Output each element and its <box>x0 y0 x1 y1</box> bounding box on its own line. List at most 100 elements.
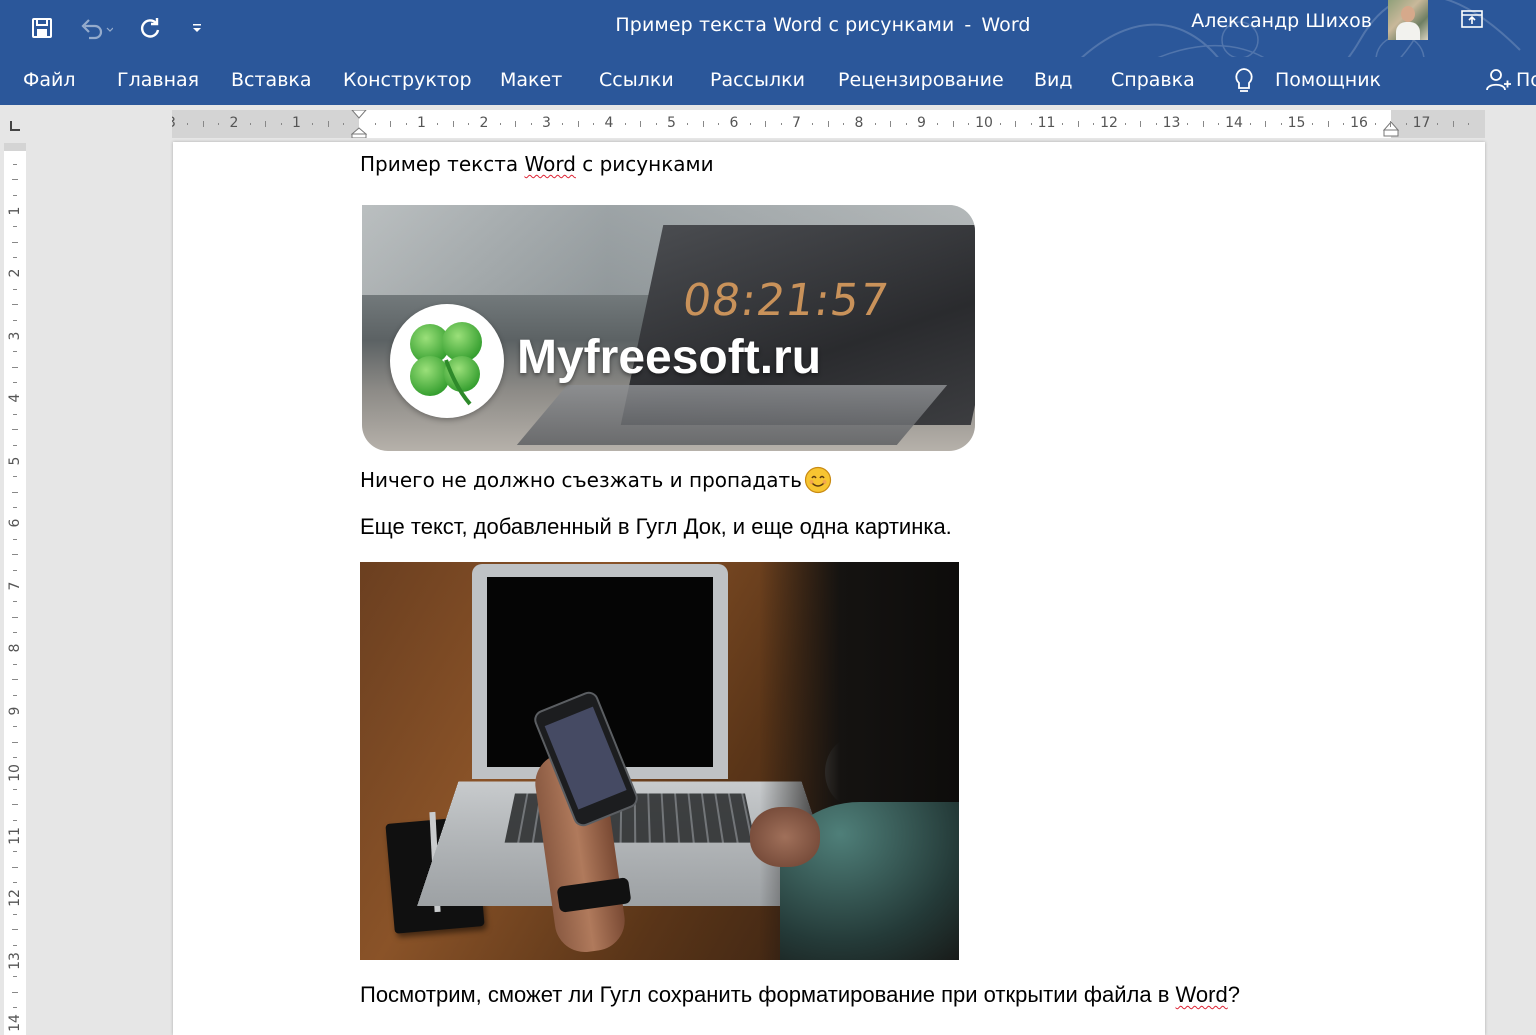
ruler-number: 3 <box>542 115 551 131</box>
tab-help[interactable]: Справка <box>1111 69 1195 91</box>
tab-references[interactable]: Ссылки <box>599 69 674 91</box>
screen-clock-text: 08:21:57 <box>679 275 892 326</box>
vertical-ruler-tick <box>12 367 18 368</box>
myfreesoft-image[interactable]: 08:21:57 Myfreesoft.ru <box>362 205 975 451</box>
note-text: Ничего не должно съезжать и пропадать <box>360 468 802 492</box>
vertical-ruler-number: 8 <box>7 644 23 653</box>
ruler-number: 1 <box>292 115 301 131</box>
logo-text: Myfreesoft.ru <box>517 330 821 385</box>
ruler-number: 11 <box>1038 115 1056 131</box>
ribbon-display-options-button[interactable] <box>1460 8 1484 34</box>
spellcheck-flagged-word[interactable]: Word <box>524 152 575 176</box>
tab-file[interactable]: Файл <box>23 69 76 91</box>
ruler-tick <box>765 121 766 127</box>
laptop-phone-photo[interactable] <box>360 562 959 960</box>
ruler-tick <box>312 123 313 125</box>
vertical-ruler-tick <box>13 820 17 821</box>
vertical-ruler-tick <box>12 992 18 993</box>
ruler-tick <box>515 121 516 127</box>
ruler-tick <box>890 121 891 127</box>
share-label: По <box>1516 69 1536 91</box>
vertical-ruler-number: 5 <box>7 456 23 465</box>
tab-mailings[interactable]: Рассылки <box>710 69 805 91</box>
app-name: Word <box>981 14 1030 36</box>
ruler-number: 16 <box>1350 115 1368 131</box>
ruler-tick <box>500 123 501 125</box>
share-button[interactable]: По <box>1484 66 1536 94</box>
ruler-tick <box>1265 121 1266 127</box>
vertical-ruler-tick <box>12 804 18 805</box>
vertical-ruler-number: 6 <box>7 519 23 528</box>
vertical-ruler-tick <box>13 726 17 727</box>
vertical-ruler-top-margin <box>4 143 26 151</box>
avatar[interactable] <box>1388 0 1428 40</box>
tab-selector[interactable] <box>0 107 30 143</box>
tab-view[interactable]: Вид <box>1034 69 1073 91</box>
ruler-number: 6 <box>730 115 739 131</box>
ruler-tick <box>343 123 344 125</box>
tell-me-button[interactable] <box>1232 66 1256 100</box>
vertical-ruler-tick <box>13 789 17 790</box>
ruler-tick <box>1093 123 1094 125</box>
vertical-ruler-tick <box>13 757 17 758</box>
tab-insert[interactable]: Вставка <box>231 69 312 91</box>
ruler-number: 2 <box>480 115 489 131</box>
vertical-ruler-tick <box>13 914 17 915</box>
horizontal-ruler[interactable]: 3211234567891011121314151617 <box>172 110 1485 138</box>
ruler-tick <box>187 123 188 125</box>
vertical-ruler[interactable]: 1 2 3 4 5 6 7 8 9 10 11 12 13 14 <box>0 143 30 1035</box>
ruler-tick <box>687 123 688 125</box>
user-name[interactable]: Александр Шихов <box>1191 10 1372 32</box>
tab-review[interactable]: Рецензирование <box>838 69 1004 91</box>
ruler-tick <box>718 123 719 125</box>
vertical-ruler-tick <box>13 632 17 633</box>
ruler-tick <box>1187 123 1188 125</box>
document-page[interactable]: Пример текста Word с рисунками 08:21:57 <box>173 142 1485 1035</box>
tab-home[interactable]: Главная <box>117 69 199 91</box>
vertical-ruler-tick <box>13 695 17 696</box>
ruler-number: 1 <box>417 115 426 131</box>
left-tab-icon <box>10 121 20 131</box>
first-line-indent-marker[interactable] <box>351 110 367 138</box>
ribbon-display-icon <box>1460 8 1484 30</box>
tab-design[interactable]: Конструктор <box>343 69 472 91</box>
vertical-ruler-number: 13 <box>7 952 23 970</box>
ruler-tick <box>406 123 407 125</box>
ruler-tick <box>1125 123 1126 125</box>
ruler-tick <box>1312 123 1313 125</box>
title-separator: - <box>964 14 971 36</box>
paragraph-google-docs[interactable]: Еще текст, добавленный в Гугл Док, и еще… <box>360 514 952 540</box>
ruler-tick <box>1343 123 1344 125</box>
ruler-tick <box>375 123 376 125</box>
ruler-tick <box>875 123 876 125</box>
vertical-ruler-tick <box>12 929 18 930</box>
vertical-ruler-tick <box>13 539 17 540</box>
vertical-ruler-tick <box>13 226 17 227</box>
spellcheck-flagged-word-2[interactable]: Word <box>1176 982 1228 1007</box>
ruler-tick <box>265 121 266 127</box>
tell-me-label[interactable]: Помощник <box>1275 69 1381 91</box>
document-title-line[interactable]: Пример текста Word с рисунками <box>360 152 714 176</box>
ruler-tick <box>1156 123 1157 125</box>
ruler-tick <box>562 123 563 125</box>
ruler-number: 15 <box>1288 115 1306 131</box>
ruler-number: 8 <box>855 115 864 131</box>
ruler-tick <box>781 123 782 125</box>
ruler-tick <box>1437 123 1438 125</box>
tab-layout[interactable]: Макет <box>500 69 562 91</box>
ruler-tick <box>453 121 454 127</box>
ruler-tick <box>1281 123 1282 125</box>
note-line[interactable]: Ничего не должно съезжать и пропадать <box>360 466 832 494</box>
ruler-tick <box>203 121 204 127</box>
ruler-tick <box>1062 123 1063 125</box>
ruler-tick <box>468 123 469 125</box>
vertical-ruler-number: 9 <box>7 706 23 715</box>
ruler-tick <box>1203 121 1204 127</box>
vertical-ruler-tick <box>13 382 17 383</box>
vertical-ruler-tick <box>13 320 17 321</box>
vertical-ruler-tick <box>13 289 17 290</box>
paragraph-formatting-question[interactable]: Посмотрим, сможет ли Гугл сохранить форм… <box>360 982 1240 1008</box>
vertical-ruler-tick <box>13 570 17 571</box>
ribbon-tabs: Файл Главная Вставка Конструктор Макет С… <box>0 57 1536 105</box>
clover-logo <box>390 304 504 418</box>
